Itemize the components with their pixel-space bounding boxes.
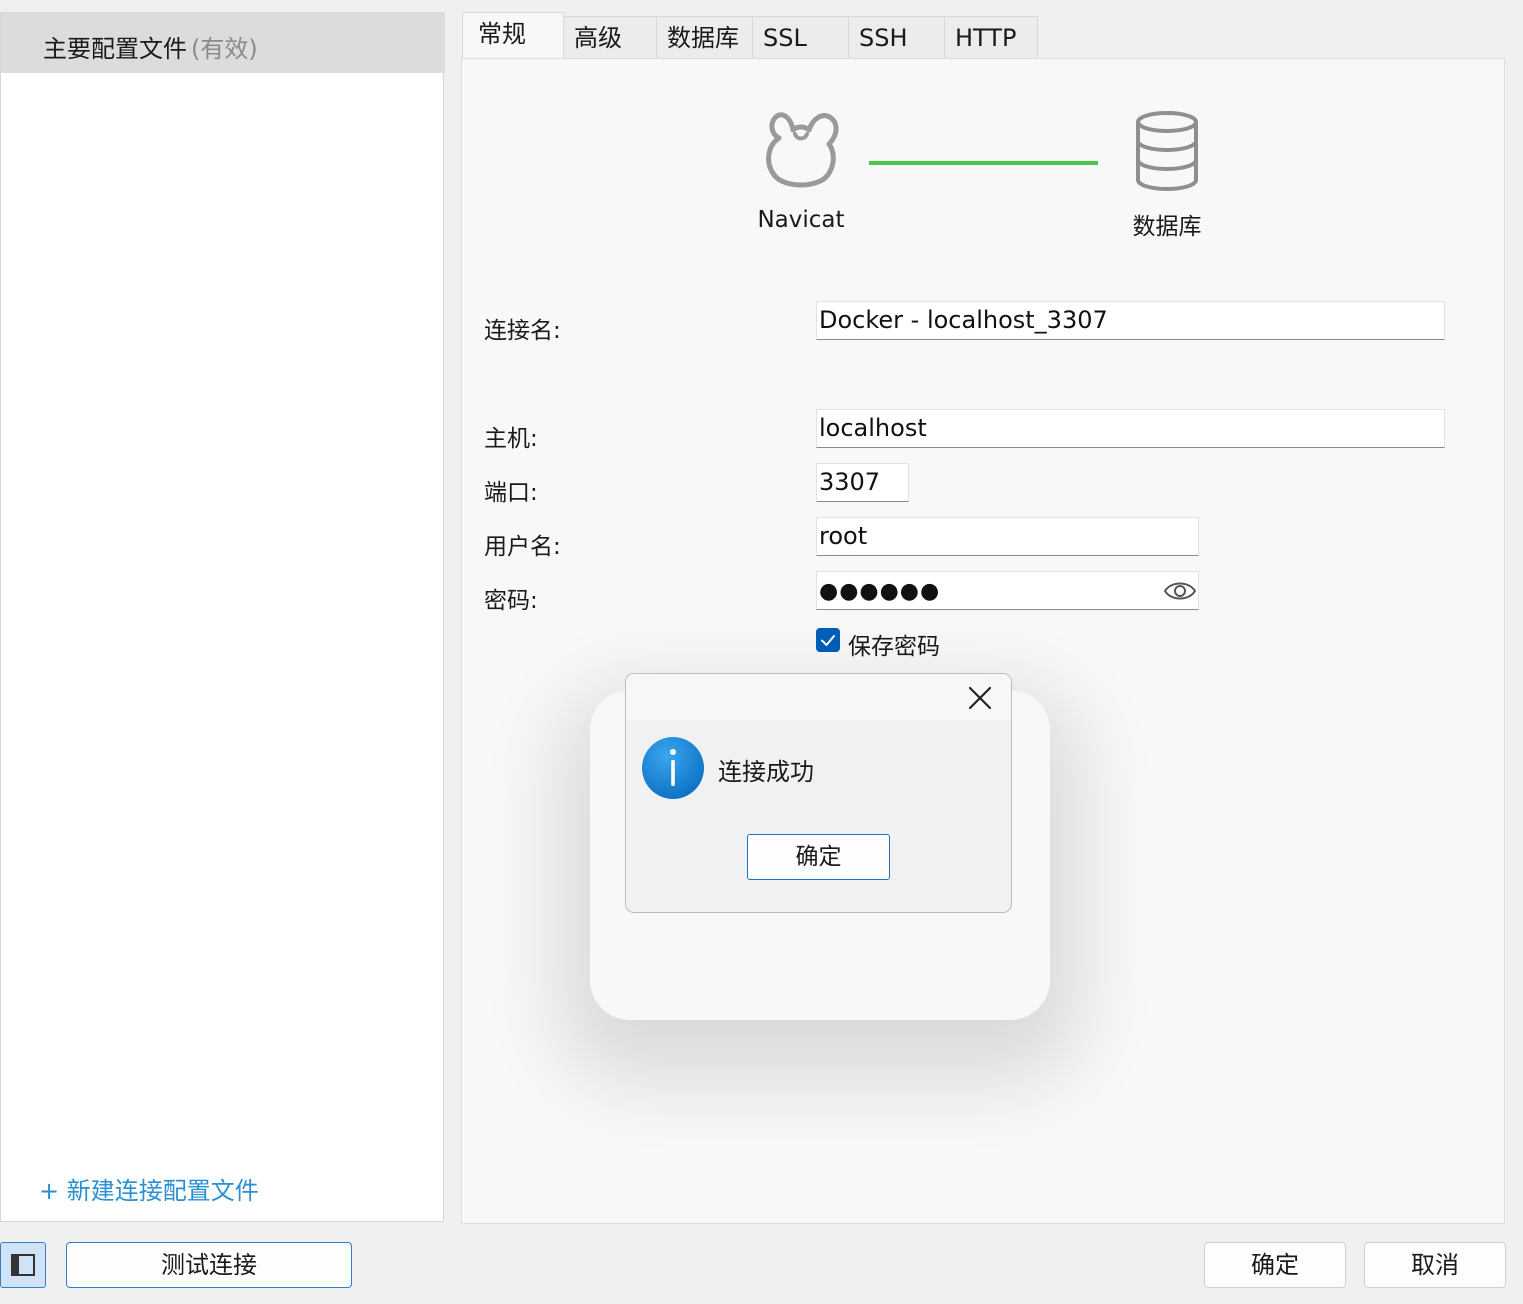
tab-ssh[interactable]: SSH	[848, 16, 945, 58]
save-password-checkbox[interactable]	[816, 628, 840, 652]
ok-button[interactable]: 确定	[1204, 1242, 1346, 1288]
profile-panel: 主要配置文件 (有效) + 新建连接配置文件	[0, 12, 445, 1222]
tab-content-general	[461, 58, 1505, 1224]
username-input[interactable]: root	[816, 517, 1199, 556]
port-input[interactable]: 3307	[816, 463, 909, 502]
tab-database[interactable]: 数据库	[656, 16, 753, 58]
username-label: 用户名:	[484, 534, 561, 560]
password-value: ●●●●●●	[819, 579, 941, 604]
cancel-button[interactable]: 取消	[1364, 1242, 1506, 1288]
tab-general[interactable]: 常规	[462, 12, 564, 59]
password-label: 密码:	[484, 588, 538, 614]
connection-name-input[interactable]: Docker - localhost_3307	[816, 301, 1445, 340]
info-icon	[642, 737, 704, 799]
dialog-ok-button[interactable]: 确定	[747, 834, 890, 880]
connection-line	[869, 161, 1098, 165]
port-label: 端口:	[484, 480, 538, 506]
close-icon[interactable]	[962, 680, 998, 716]
test-connection-button[interactable]: 测试连接	[66, 1242, 352, 1288]
dialog-message: 连接成功	[718, 758, 814, 786]
password-input[interactable]: ●●●●●●	[816, 571, 1199, 610]
profile-status: (有效)	[191, 35, 258, 63]
navicat-logo-icon	[766, 112, 839, 188]
database-label: 数据库	[1132, 214, 1202, 240]
navicat-label: Navicat	[757, 207, 845, 233]
dialog-titlebar	[626, 674, 1011, 720]
connection-name-label: 连接名:	[484, 318, 561, 344]
host-input[interactable]: localhost	[816, 409, 1445, 448]
new-profile-link[interactable]: + 新建连接配置文件	[39, 1171, 259, 1206]
host-label: 主机:	[484, 426, 538, 452]
message-dialog: 连接成功 确定	[625, 673, 1012, 913]
profile-item-main[interactable]: 主要配置文件 (有效)	[1, 13, 445, 73]
sidebar-toggle-icon	[11, 1254, 35, 1276]
tab-advanced[interactable]: 高级	[563, 16, 657, 58]
show-password-eye-icon[interactable]	[1163, 578, 1197, 604]
tab-ssl[interactable]: SSL	[752, 16, 849, 58]
database-icon	[1136, 111, 1198, 192]
checkmark-icon	[821, 635, 835, 646]
toggle-sidebar-button[interactable]	[0, 1242, 46, 1288]
tab-http[interactable]: HTTP	[944, 16, 1038, 58]
save-password-label: 保存密码	[848, 634, 940, 660]
profile-name: 主要配置文件	[43, 35, 187, 63]
